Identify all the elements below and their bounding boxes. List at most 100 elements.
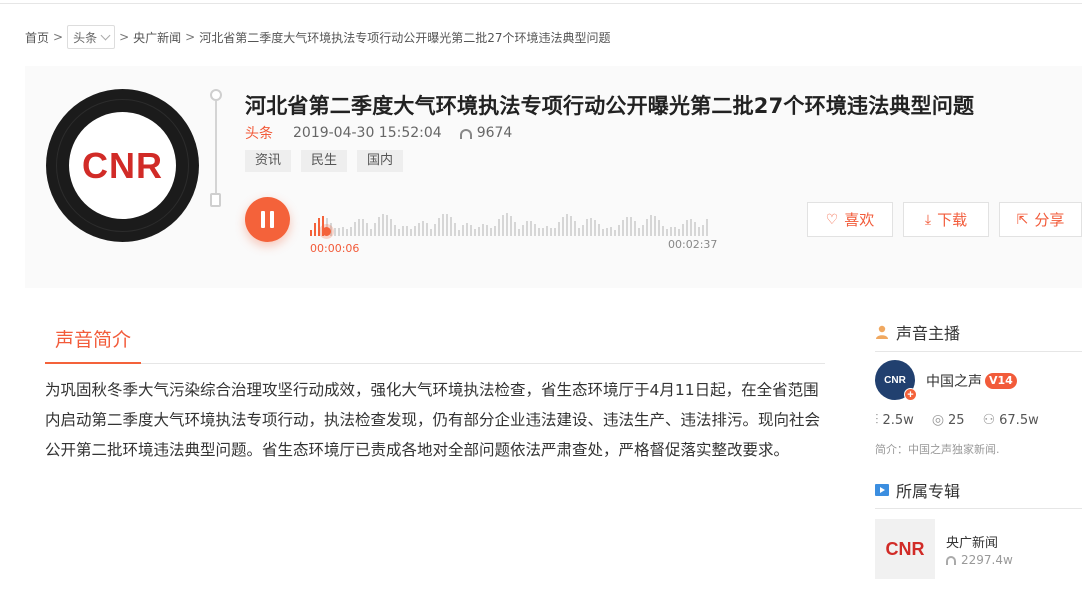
waveform-bar bbox=[418, 223, 420, 236]
waveform-bar bbox=[634, 221, 636, 236]
waveform-icon: ⫶ bbox=[875, 412, 879, 428]
waveform-bar bbox=[546, 226, 548, 236]
album-plays-value: 2297.4w bbox=[961, 553, 1013, 567]
album-cover-logo: CNR bbox=[885, 538, 925, 559]
tab-intro[interactable]: 声音简介 bbox=[45, 322, 141, 364]
waveform-bar bbox=[514, 222, 516, 236]
waveform-bar bbox=[662, 226, 664, 236]
tag-item[interactable]: 国内 bbox=[357, 150, 404, 172]
waveform-bar bbox=[358, 219, 360, 236]
waveform-bar bbox=[586, 219, 588, 236]
headphones-icon bbox=[946, 555, 956, 565]
waveform-bar bbox=[626, 217, 628, 236]
waveform-bar bbox=[334, 228, 336, 236]
waveform-bar bbox=[422, 221, 424, 236]
stat-tracks-value: 25 bbox=[948, 412, 965, 428]
pause-icon bbox=[261, 211, 265, 228]
breadcrumb-column[interactable]: 央广新闻 bbox=[133, 29, 181, 46]
tonearm-icon bbox=[206, 89, 226, 209]
waveform-bar bbox=[518, 229, 520, 236]
waveform-bar bbox=[426, 223, 428, 236]
pause-button[interactable] bbox=[245, 197, 290, 242]
waveform-bar bbox=[442, 214, 444, 236]
waveform-bar bbox=[650, 215, 652, 236]
waveform-bar bbox=[630, 217, 632, 236]
waveform-bar bbox=[478, 227, 480, 236]
waveform-bar bbox=[434, 224, 436, 236]
stat-plays-value: 2.5w bbox=[882, 412, 914, 428]
waveform-bar bbox=[526, 221, 528, 236]
waveform-bar bbox=[686, 220, 688, 236]
follow-plus-icon[interactable]: + bbox=[904, 388, 917, 401]
episode-title: 河北省第二季度大气环境执法专项行动公开曝光第二批27个环境违法典型问题 bbox=[245, 94, 975, 118]
waveform-bar bbox=[606, 228, 608, 236]
divider bbox=[875, 508, 1082, 509]
stat-tracks: ◎ 25 bbox=[932, 412, 965, 428]
stat-fans: ⚇ 67.5w bbox=[983, 412, 1039, 428]
waveform-bar bbox=[486, 225, 488, 236]
waveform-bar bbox=[658, 220, 660, 236]
intro-tab-bar: 声音简介 bbox=[45, 322, 825, 364]
waveform-bar bbox=[530, 221, 532, 236]
waveform-bar bbox=[346, 229, 348, 236]
waveform-bar bbox=[406, 226, 408, 236]
playhead-handle[interactable] bbox=[322, 227, 331, 236]
tag-item[interactable]: 民生 bbox=[301, 150, 348, 172]
tag-item[interactable]: 资讯 bbox=[245, 150, 292, 172]
divider bbox=[875, 351, 1082, 352]
fans-icon: ⚇ bbox=[982, 412, 996, 428]
download-icon: ⤓ bbox=[924, 211, 932, 228]
waveform-bar bbox=[534, 224, 536, 236]
breadcrumb-channel-label: 头条 bbox=[73, 30, 98, 45]
breadcrumb-separator: > bbox=[119, 30, 130, 44]
share-icon: ⇱ bbox=[1016, 211, 1029, 228]
waveform-bar bbox=[414, 226, 416, 236]
level-badge: V14 bbox=[985, 373, 1017, 389]
waveform-bar bbox=[454, 223, 456, 236]
waveform-bar bbox=[610, 227, 612, 236]
like-button[interactable]: ♡ 喜欢 bbox=[807, 202, 893, 237]
waveform-bar bbox=[394, 225, 396, 236]
waveform-bar bbox=[590, 218, 592, 236]
waveform-bar bbox=[682, 224, 684, 236]
cnr-logo: CNR bbox=[82, 144, 163, 186]
share-label: 分享 bbox=[1034, 211, 1065, 229]
host-name[interactable]: 中国之声 bbox=[926, 371, 982, 391]
waveform-bar bbox=[698, 227, 700, 236]
breadcrumb-separator: > bbox=[185, 30, 196, 44]
waveform-bar bbox=[622, 220, 624, 236]
waveform-bar bbox=[646, 219, 648, 236]
album-name[interactable]: 央广新闻 bbox=[946, 532, 998, 551]
top-divider bbox=[0, 0, 1082, 4]
waveform-bar bbox=[522, 225, 524, 236]
waveform-bar bbox=[562, 217, 564, 236]
cover-label: CNR bbox=[69, 112, 176, 219]
waveform-bar bbox=[574, 221, 576, 236]
episode-category[interactable]: 头条 bbox=[245, 123, 273, 143]
download-label: 下载 bbox=[937, 211, 968, 229]
waveform-bar bbox=[458, 230, 460, 236]
waveform-bar bbox=[602, 229, 604, 236]
album-icon bbox=[875, 484, 889, 496]
breadcrumb: 首页 > 头条 > 央广新闻 > 河北省第二季度大气环境执法专项行动公开曝光第二… bbox=[25, 24, 611, 50]
waveform-bar bbox=[494, 226, 496, 236]
download-button[interactable]: ⤓ 下载 bbox=[903, 202, 989, 237]
vinyl-cover: CNR bbox=[46, 89, 199, 242]
breadcrumb-home[interactable]: 首页 bbox=[25, 29, 49, 46]
album-heading-label: 所属专辑 bbox=[896, 482, 961, 501]
album-plays: 2297.4w bbox=[946, 553, 1013, 567]
waveform-bar bbox=[498, 219, 500, 236]
album-cover[interactable]: CNR bbox=[875, 519, 935, 579]
breadcrumb-channel-dropdown[interactable]: 头条 bbox=[67, 25, 116, 49]
waveform-bar bbox=[554, 228, 556, 236]
breadcrumb-current: 河北省第二季度大气环境执法专项行动公开曝光第二批27个环境违法典型问题 bbox=[199, 30, 611, 45]
waveform-bar bbox=[654, 216, 656, 236]
share-button[interactable]: ⇱ 分享 bbox=[999, 202, 1082, 237]
waveform-bar bbox=[366, 223, 368, 236]
waveform-bar bbox=[578, 228, 580, 236]
waveform-bar bbox=[538, 228, 540, 236]
waveform-progress[interactable] bbox=[310, 194, 712, 236]
waveform-bar bbox=[474, 229, 476, 236]
avatar[interactable]: CNR + bbox=[875, 360, 917, 401]
waveform-bar bbox=[386, 215, 388, 236]
